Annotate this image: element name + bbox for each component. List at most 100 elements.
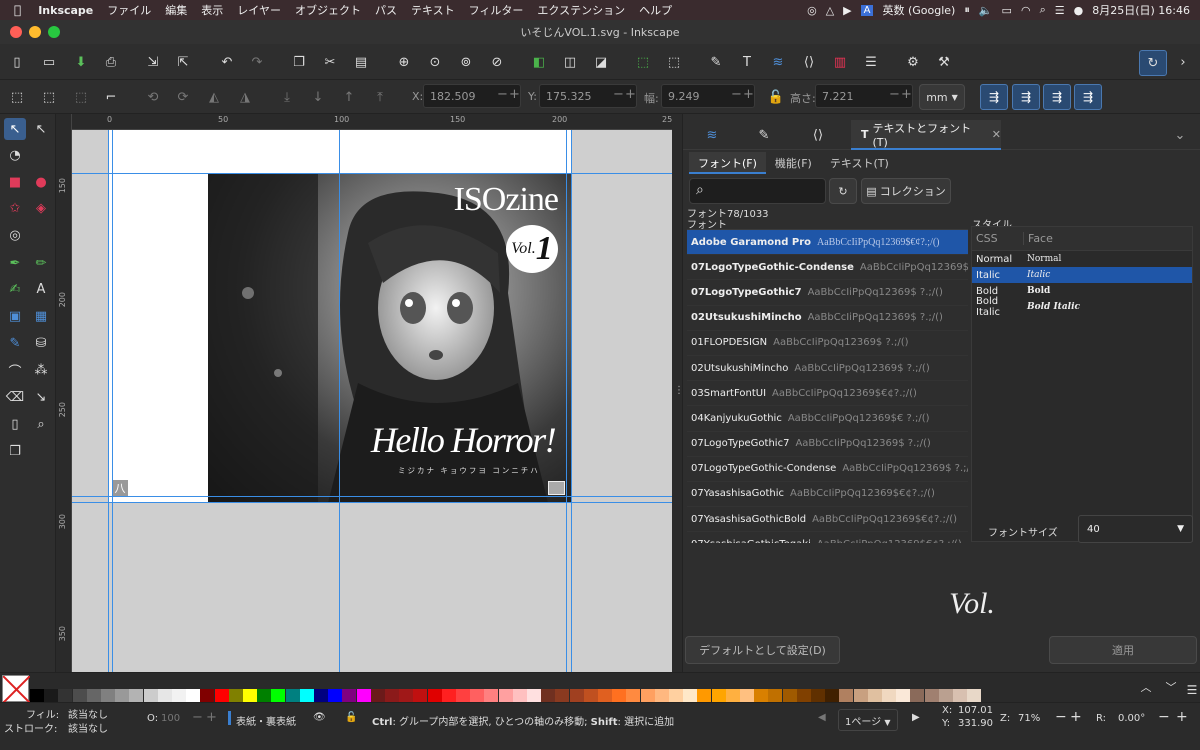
pencil-tool-icon[interactable]: ✏ [30,252,52,274]
h-plus-icon[interactable]: + [901,87,912,102]
x-plus-icon[interactable]: + [509,87,520,102]
input-method-label[interactable]: 英数 (Google) [882,2,955,18]
stroke-value[interactable]: 該当なし [68,720,108,735]
apply-button[interactable]: 適用 [1049,636,1197,664]
ungroup-icon[interactable]: ⬚ [663,51,685,73]
color-swatch[interactable] [711,689,726,703]
cover-artwork[interactable]: ISOzine Vol. 1 Hello Horror! ミジカナ キョウフヨ コ… [208,173,572,503]
font-row[interactable]: 07YasashisaGothic AaBbCcIiPpQq12369$€¢?.;… [687,482,968,508]
objects-icon[interactable]: ☰ [860,51,882,73]
opacity-plus-icon[interactable]: + [206,710,217,725]
menu-file[interactable]: ファイル [100,2,158,18]
color-swatch[interactable] [285,689,300,703]
rotate-minus-icon[interactable]: − [1158,709,1170,725]
color-swatch[interactable] [555,689,570,703]
color-swatch[interactable] [172,689,186,703]
node-tool-icon[interactable]: ↖ [30,118,52,140]
spray-tool-icon[interactable]: ⁂ [30,359,52,381]
color-swatch[interactable] [740,689,754,703]
tab-layers-icon[interactable]: ≋ [701,124,723,146]
lower-bottom-icon[interactable]: ⤓ [276,86,298,108]
color-swatch[interactable] [683,689,698,703]
eraser-tool-icon[interactable]: ⌫ [4,386,26,408]
font-row[interactable]: 07LogoTypeGothic7 AaBbCcIiPpQq12369$ ?.;/… [687,432,968,457]
color-swatch[interactable] [441,689,456,703]
color-swatch[interactable] [825,689,840,703]
raise-top-icon[interactable]: ⤒ [369,86,391,108]
paste-icon[interactable]: ▤ [350,51,372,73]
font-row[interactable]: 04KanjyukuGothic AaBbCcIiPpQq12369$€ ?.;/… [687,406,968,432]
zoom-value[interactable]: 71% [1018,713,1040,724]
undo-icon[interactable]: ↶ [216,51,238,73]
color-swatch[interactable] [200,689,215,703]
duplicate-icon[interactable]: ◧ [528,51,550,73]
style-row-selected[interactable]: Italic Italic [972,267,1192,283]
color-swatch[interactable] [129,689,144,703]
color-swatch[interactable] [399,689,414,703]
zoom-width-icon[interactable]: ⊘ [486,51,508,73]
tweak-tool-icon[interactable]: ◔ [4,144,26,166]
palette-scroll-up-icon[interactable]: ︿ [1135,676,1157,698]
star-tool-icon[interactable]: ✩ [4,197,26,219]
document-properties-icon[interactable]: ⚙ [902,51,924,73]
drawing-canvas[interactable]: ISOzine Vol. 1 Hello Horror! ミジカナ キョウフヨ コ… [72,130,672,672]
guide-horizontal[interactable] [72,502,672,503]
scale-corners-icon[interactable]: ⇶ [1012,84,1040,110]
no-paint-swatch[interactable] [2,675,31,704]
guide-vertical[interactable] [112,130,113,672]
tab-fill-stroke-icon[interactable]: ✎ [753,124,775,146]
menu-text[interactable]: テキスト [404,2,462,18]
color-swatch[interactable] [938,689,953,703]
prev-page-icon[interactable]: ◀ [818,712,826,723]
guide-vertical[interactable] [108,130,109,672]
group-icon[interactable]: ⬚ [632,51,654,73]
color-swatch[interactable] [484,689,499,703]
font-row-selected[interactable]: Adobe Garamond Pro AaBbCcIiPpQq12369$€¢?.… [687,230,968,256]
y-minus-icon[interactable]: − [613,87,624,102]
refresh-fonts-button[interactable]: ↻ [829,178,857,204]
color-swatch[interactable] [867,689,882,703]
color-swatch[interactable] [299,689,314,703]
color-swatch[interactable] [796,689,811,703]
move-gradients-icon[interactable]: ⇶ [1043,84,1071,110]
color-swatch[interactable] [143,689,158,703]
print-icon[interactable]: ⎙ [100,51,122,73]
color-swatch[interactable] [910,689,925,703]
font-size-combo[interactable]: 40 ▼ [1078,515,1193,543]
subtab-features[interactable]: 機能(F) [766,152,821,174]
guide-horizontal[interactable] [72,173,672,174]
current-layer[interactable]: 表紙・裏表紙 [236,713,296,728]
color-swatch[interactable] [271,689,286,703]
raise-icon[interactable]: ↑ [338,86,360,108]
paint-bucket-tool-icon[interactable]: ⛁ [30,332,52,354]
font-list[interactable]: Adobe Garamond Pro AaBbCcIiPpQq12369$€¢?.… [687,229,968,543]
zoom-drawing-icon[interactable]: ⊙ [424,51,446,73]
color-swatch[interactable] [583,689,598,703]
style-list[interactable]: CSS Face Normal Normal Italic Italic Bol… [971,226,1193,542]
w-plus-icon[interactable]: + [743,87,754,102]
close-window-button[interactable] [10,26,22,38]
play-icon[interactable]: ▶ [843,4,851,17]
mesh-tool-icon[interactable]: ▦ [30,305,52,327]
import-icon[interactable]: ⇲ [142,51,164,73]
select-all-layers-icon[interactable]: ⬚ [38,86,60,108]
ellipse-tool-icon[interactable]: ● [30,171,52,193]
calligraphy-tool-icon[interactable]: ✍ [4,278,26,300]
color-swatch[interactable] [811,689,825,703]
control-center-icon[interactable]: ☰ [1055,4,1065,17]
menu-view[interactable]: 表示 [194,2,230,18]
color-swatch[interactable] [44,689,59,703]
collections-button[interactable]: ▤ コレクション [861,178,951,204]
menu-path[interactable]: パス [368,2,404,18]
lower-icon[interactable]: ↓ [307,86,329,108]
font-row[interactable]: 07LogoTypeGothic-Condense AaBbCcIiPpQq123… [687,255,968,281]
font-row[interactable]: 02UtsukushiMincho AaBbCcIiPpQq12369$ ?.;/… [687,356,968,382]
xml-editor-icon[interactable]: ⟨⟩ [798,51,820,73]
color-swatch[interactable] [456,689,470,703]
select-all-icon[interactable]: ⬚ [6,86,28,108]
chevron-down-icon[interactable]: ▼ [1177,524,1184,534]
style-row[interactable]: Normal Normal [972,251,1192,267]
color-swatch[interactable] [72,689,87,703]
volume-icon[interactable]: 🔈 [979,4,993,17]
color-swatch[interactable] [527,689,541,703]
